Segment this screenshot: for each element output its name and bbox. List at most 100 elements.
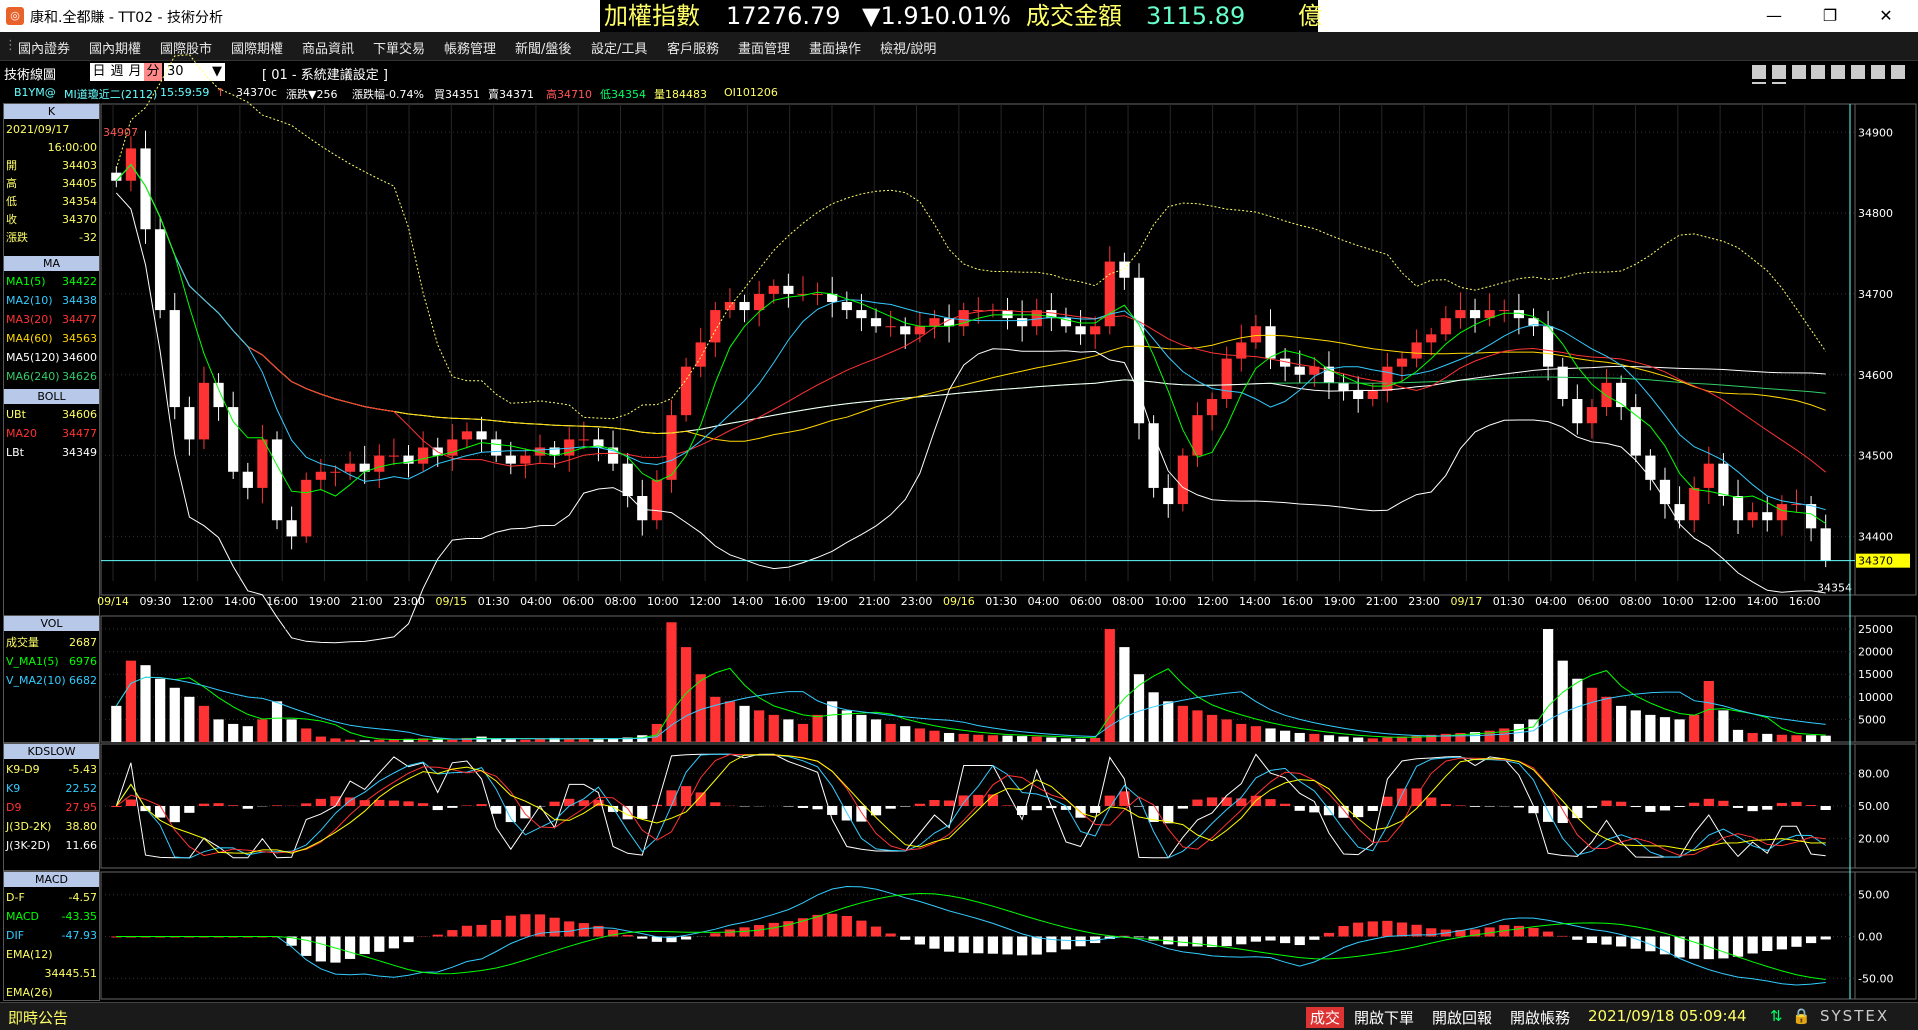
time-tick-label: 01:30 xyxy=(478,595,510,608)
candle-body xyxy=(1455,310,1465,318)
candle-body xyxy=(1499,310,1509,311)
kd-diff-bar xyxy=(301,803,311,806)
kd-diff-bar xyxy=(184,806,194,813)
volume-bar xyxy=(1280,731,1290,742)
macd-hist-bar xyxy=(988,937,998,954)
kd-diff-bar xyxy=(886,806,896,809)
kd-diff-bar xyxy=(1090,806,1100,813)
kd-diff-bar xyxy=(228,805,238,806)
volume-bar xyxy=(915,728,925,742)
last-price-label: 34370 xyxy=(1858,555,1893,568)
pane-frame-macd xyxy=(101,872,1855,999)
announcement-label[interactable]: 即時公告 xyxy=(8,1007,68,1028)
kd-diff-bar xyxy=(1718,801,1728,806)
candle-body xyxy=(1090,326,1100,334)
volume-bar xyxy=(1032,737,1042,742)
volume-bar xyxy=(1207,715,1217,742)
candle-body xyxy=(754,294,764,310)
kd-diff-bar xyxy=(1222,797,1232,806)
kd-tick-label: 20.00 xyxy=(1858,832,1890,845)
volume-bar xyxy=(1587,688,1597,742)
boll-upper-line xyxy=(116,55,1825,419)
boll-lower-line xyxy=(116,193,1825,643)
macd-hist-bar xyxy=(476,925,486,937)
volume-bar xyxy=(1674,719,1684,742)
macd-hist-bar xyxy=(491,920,501,936)
volume-tick-label: 15000 xyxy=(1858,668,1893,681)
kd-diff-bar xyxy=(1616,802,1626,806)
macd-hist-bar xyxy=(506,916,516,937)
volume-bar xyxy=(287,719,297,742)
open-account-button[interactable]: 開啟帳務 xyxy=(1510,1007,1570,1028)
macd-hist-bar xyxy=(1382,921,1392,937)
high-price-label: 34907 xyxy=(103,126,138,139)
volume-bar xyxy=(1777,735,1787,742)
macd-hist-bar xyxy=(433,935,443,937)
candle-body xyxy=(1295,367,1305,375)
macd-hist-bar xyxy=(1032,937,1042,955)
candle-body xyxy=(696,342,706,366)
volume-bar xyxy=(856,715,866,742)
macd-hist-bar xyxy=(447,930,457,936)
volume-bar xyxy=(228,724,238,742)
kd-diff-bar xyxy=(1382,797,1392,806)
macd-hist-bar xyxy=(1324,933,1334,937)
candle-body xyxy=(1821,528,1831,560)
volume-bar xyxy=(842,710,852,742)
volume-bar xyxy=(1265,728,1275,742)
technical-chart[interactable]: 34900348003470034600345003440009/1409:30… xyxy=(0,0,1918,1002)
kd-diff-bar xyxy=(330,796,340,806)
trade-badge[interactable]: 成交 xyxy=(1306,1007,1344,1028)
candle-body xyxy=(886,326,896,327)
volume-bar xyxy=(1178,706,1188,742)
volume-bar xyxy=(652,724,662,742)
volume-bar xyxy=(1324,735,1334,742)
kd-diff-bar xyxy=(316,799,326,806)
volume-bar xyxy=(374,740,384,742)
candle-body xyxy=(856,310,866,318)
kd-diff-bar xyxy=(1558,806,1568,823)
time-tick-label: 21:00 xyxy=(351,595,383,608)
open-report-button[interactable]: 開啟回報 xyxy=(1432,1007,1492,1028)
volume-bar xyxy=(1733,730,1743,742)
candle-body xyxy=(199,383,209,440)
kd-diff-bar xyxy=(1689,803,1699,806)
candle-body xyxy=(1397,359,1407,367)
candle-body xyxy=(462,431,472,439)
candle-body xyxy=(900,326,910,334)
volume-bar xyxy=(681,647,691,742)
time-tick-label: 09/17 xyxy=(1451,595,1483,608)
volume-bar xyxy=(1660,717,1670,742)
macd-hist-bar xyxy=(389,937,399,949)
time-tick-label: 08:00 xyxy=(1620,595,1652,608)
volume-tick-label: 25000 xyxy=(1858,623,1893,636)
macd-tick-label: -50.00 xyxy=(1858,972,1893,985)
kd-diff-bar xyxy=(1733,806,1743,808)
axis-frame-price xyxy=(1855,104,1916,595)
open-order-button[interactable]: 開啟下單 xyxy=(1354,1007,1414,1028)
candle-body xyxy=(1382,367,1392,391)
kd-diff-bar xyxy=(549,802,559,806)
kd-diff-bar xyxy=(1441,804,1451,806)
time-tick-label: 16:00 xyxy=(266,595,298,608)
macd-hist-bar xyxy=(1748,937,1758,954)
candle-body xyxy=(389,456,399,457)
candle-body xyxy=(929,318,939,326)
candle-body xyxy=(228,407,238,472)
macd-hist-bar xyxy=(725,929,735,936)
volume-bar xyxy=(1601,697,1611,742)
macd-hist-bar xyxy=(1061,937,1071,950)
time-tick-label: 19:00 xyxy=(1324,595,1356,608)
kd-diff-bar xyxy=(272,805,282,806)
kd-diff-bar xyxy=(1587,806,1597,808)
kd-diff-bar xyxy=(1032,806,1042,810)
time-tick-label: 16:00 xyxy=(774,595,806,608)
kd-diff-bar xyxy=(506,806,516,822)
candle-body xyxy=(1645,456,1655,480)
candle-body xyxy=(579,439,589,440)
candle-body xyxy=(257,439,267,488)
macd-hist-bar xyxy=(959,937,969,953)
candle-body xyxy=(213,383,223,407)
candle-body xyxy=(140,148,150,229)
volume-tick-label: 5000 xyxy=(1858,713,1886,726)
